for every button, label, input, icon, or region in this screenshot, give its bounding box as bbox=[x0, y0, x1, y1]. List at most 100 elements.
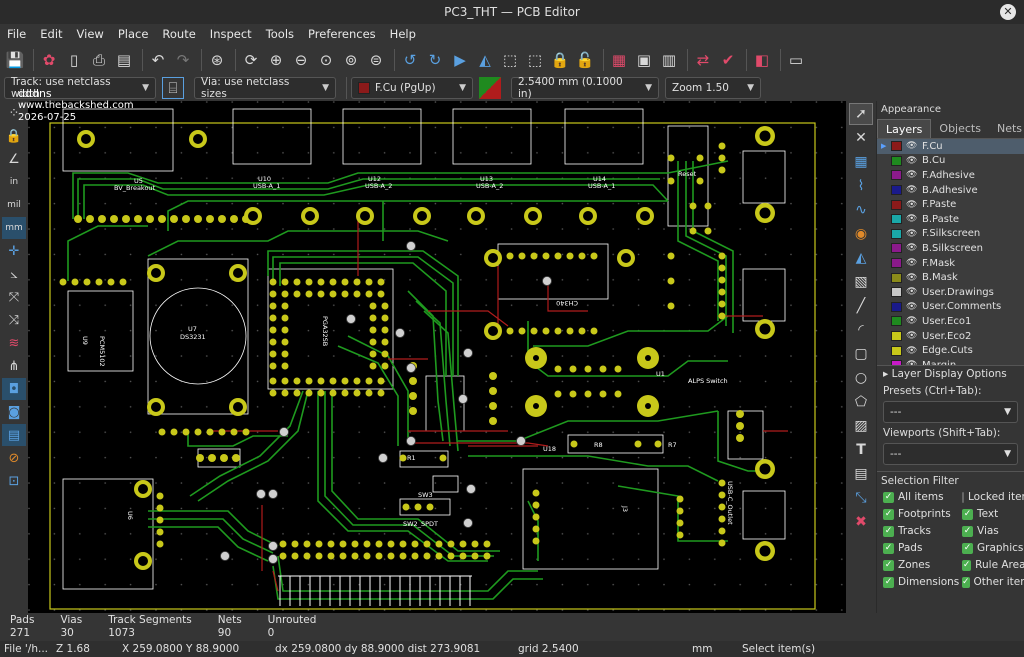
selection-filter-checkbox[interactable]: ✓Rule Areas bbox=[962, 558, 1024, 572]
auto-track-width-icon[interactable]: ⌸ bbox=[162, 77, 184, 99]
layer-color-swatch[interactable] bbox=[891, 214, 902, 225]
selection-filter-checkbox[interactable]: ✓ All items bbox=[883, 490, 962, 504]
layer-row[interactable]: 👁 User.Eco2 bbox=[877, 329, 1024, 344]
layer-row[interactable]: 👁 Edge.Cuts bbox=[877, 343, 1024, 358]
layer-row[interactable]: 👁 B.Mask bbox=[877, 270, 1024, 285]
visibility-eye-icon[interactable]: 👁 bbox=[906, 170, 918, 180]
layer-row[interactable]: 👁 B.Cu bbox=[877, 154, 1024, 169]
layer-row[interactable]: 👁 F.Mask bbox=[877, 256, 1024, 271]
image-icon[interactable]: ▨ bbox=[849, 415, 873, 437]
layer-row[interactable]: 👁 Margin bbox=[877, 358, 1024, 365]
group-icon[interactable]: ⬚ bbox=[499, 49, 521, 71]
selection-filter-checkbox[interactable]: Locked items bbox=[962, 490, 1024, 504]
layer-select[interactable]: F.Cu (PgUp) ▼ bbox=[351, 77, 473, 99]
layer-row[interactable]: 👁 User.Comments bbox=[877, 300, 1024, 315]
select-arrow-icon[interactable]: ➚ bbox=[849, 103, 873, 125]
layer-row[interactable]: 👁 B.Adhesive bbox=[877, 183, 1024, 198]
selection-filter-checkbox[interactable]: ✓ Pads bbox=[883, 541, 962, 555]
selection-filter-checkbox[interactable]: ✓Other items bbox=[962, 575, 1024, 589]
tune-length-icon[interactable]: ∿ bbox=[849, 199, 873, 221]
print-icon[interactable]: ⎙ bbox=[88, 49, 110, 71]
zone-add-icon[interactable]: ◭ bbox=[849, 247, 873, 269]
layer-color-swatch[interactable] bbox=[891, 316, 902, 327]
layer-color-swatch[interactable] bbox=[891, 301, 902, 312]
millimeters-icon[interactable]: mm bbox=[2, 217, 26, 239]
layer-color-swatch[interactable] bbox=[891, 228, 902, 239]
visibility-eye-icon[interactable]: 👁 bbox=[906, 287, 918, 297]
visibility-eye-icon[interactable]: 👁 bbox=[906, 273, 918, 283]
selection-filter-checkbox[interactable]: ✓ Footprints bbox=[883, 507, 962, 521]
refresh-icon[interactable]: ⟳ bbox=[240, 49, 262, 71]
text-icon[interactable]: T bbox=[849, 439, 873, 461]
visibility-eye-icon[interactable]: 👁 bbox=[906, 141, 918, 151]
layer-color-swatch[interactable] bbox=[891, 155, 902, 166]
tab-nets[interactable]: Nets bbox=[989, 119, 1024, 138]
layer-color-swatch[interactable] bbox=[891, 258, 902, 269]
save-icon[interactable]: 💾 bbox=[4, 49, 26, 71]
polar-coords-icon[interactable]: ∠ bbox=[2, 148, 26, 170]
layer-row[interactable]: 👁 B.Paste bbox=[877, 212, 1024, 227]
keepout-icon[interactable]: ▧ bbox=[849, 271, 873, 293]
rotate-ccw-icon[interactable]: ↺ bbox=[399, 49, 421, 71]
curved-ratsnest-icon[interactable]: ⤨ bbox=[2, 309, 26, 331]
layer-color-swatch[interactable] bbox=[891, 272, 902, 283]
zoom-selection-icon[interactable]: ⊜ bbox=[365, 49, 387, 71]
visibility-eye-icon[interactable]: 👁 bbox=[906, 214, 918, 224]
undo-icon[interactable]: ↶ bbox=[147, 49, 169, 71]
layer-row[interactable]: 👁 User.Drawings bbox=[877, 285, 1024, 300]
tab-objects[interactable]: Objects bbox=[931, 119, 989, 138]
via-size-select[interactable]: Via: use netclass sizes ▼ bbox=[194, 76, 336, 100]
track-fill-icon[interactable]: ▤ bbox=[2, 424, 26, 446]
presets-select[interactable]: --- ▼ bbox=[883, 401, 1018, 423]
mirror-icon[interactable]: ◭ bbox=[474, 49, 496, 71]
visibility-eye-icon[interactable]: 👁 bbox=[906, 185, 918, 195]
selection-filter-checkbox[interactable]: ✓ Vias bbox=[962, 524, 1024, 538]
angle-snap-icon[interactable]: ⦣ bbox=[2, 263, 26, 285]
layer-color-swatch[interactable] bbox=[891, 345, 902, 356]
circle-icon[interactable]: ○ bbox=[849, 367, 873, 389]
plot-icon[interactable]: ▤ bbox=[113, 49, 135, 71]
layer-color-swatch[interactable] bbox=[891, 331, 902, 342]
schematic-icon[interactable]: ◧ bbox=[751, 49, 773, 71]
grid-select[interactable]: 2.5400 mm (0.1000 in) ▼ bbox=[511, 76, 659, 100]
zoom-select[interactable]: Zoom 1.50 ▼ bbox=[665, 77, 761, 99]
polygon-icon[interactable]: ⬠ bbox=[849, 391, 873, 413]
menu-tools[interactable]: Tools bbox=[259, 24, 301, 45]
layer-row[interactable]: 👁 F.Adhesive bbox=[877, 168, 1024, 183]
visibility-eye-icon[interactable]: 👁 bbox=[906, 229, 918, 239]
layer-pair-icon[interactable] bbox=[479, 77, 501, 99]
page-icon[interactable]: ▯ bbox=[63, 49, 85, 71]
zoom-out-icon[interactable]: ⊖ bbox=[290, 49, 312, 71]
unlock-icon[interactable]: 🔓 bbox=[574, 49, 596, 71]
highcontrast-icon[interactable]: ≋ bbox=[2, 332, 26, 354]
redo-icon[interactable]: ↷ bbox=[172, 49, 194, 71]
layer-color-swatch[interactable] bbox=[891, 170, 902, 181]
layer-row[interactable]: ▶ 👁 F.Cu bbox=[877, 139, 1024, 154]
layer-row[interactable]: 👁 B.Silkscreen bbox=[877, 241, 1024, 256]
ratsnest-icon[interactable]: ⤧ bbox=[2, 286, 26, 308]
menu-place[interactable]: Place bbox=[111, 24, 156, 45]
selection-filter-checkbox[interactable]: ✓ Tracks bbox=[883, 524, 962, 538]
viewports-select[interactable]: --- ▼ bbox=[883, 443, 1018, 465]
arc-icon[interactable]: ◜ bbox=[849, 319, 873, 341]
menu-help[interactable]: Help bbox=[383, 24, 423, 45]
layer-row[interactable]: 👁 F.Silkscreen bbox=[877, 227, 1024, 242]
zone-fill-icon[interactable]: ⊘ bbox=[2, 447, 26, 469]
find-icon[interactable]: ⊛ bbox=[206, 49, 228, 71]
layer-color-swatch[interactable] bbox=[891, 360, 902, 365]
zone-outline-icon[interactable]: ⊡ bbox=[2, 470, 26, 492]
ratsnest-route-icon[interactable]: ✕ bbox=[849, 127, 873, 149]
layer-color-swatch[interactable] bbox=[891, 287, 902, 298]
dimension-icon[interactable]: ⤡ bbox=[849, 487, 873, 509]
via-fill-icon[interactable]: ◙ bbox=[2, 401, 26, 423]
visibility-eye-icon[interactable]: 👁 bbox=[906, 243, 918, 253]
ungroup-icon[interactable]: ⬚ bbox=[524, 49, 546, 71]
visibility-eye-icon[interactable]: 👁 bbox=[906, 316, 918, 326]
menu-edit[interactable]: Edit bbox=[33, 24, 69, 45]
selection-filter-checkbox[interactable]: ✓ Dimensions bbox=[883, 575, 962, 589]
tab-layers[interactable]: Layers bbox=[877, 119, 932, 138]
footprint-editor-icon[interactable]: ▣ bbox=[633, 49, 655, 71]
menu-inspect[interactable]: Inspect bbox=[203, 24, 259, 45]
rotate-cw-icon[interactable]: ↻ bbox=[424, 49, 446, 71]
layer-color-swatch[interactable] bbox=[891, 199, 902, 210]
